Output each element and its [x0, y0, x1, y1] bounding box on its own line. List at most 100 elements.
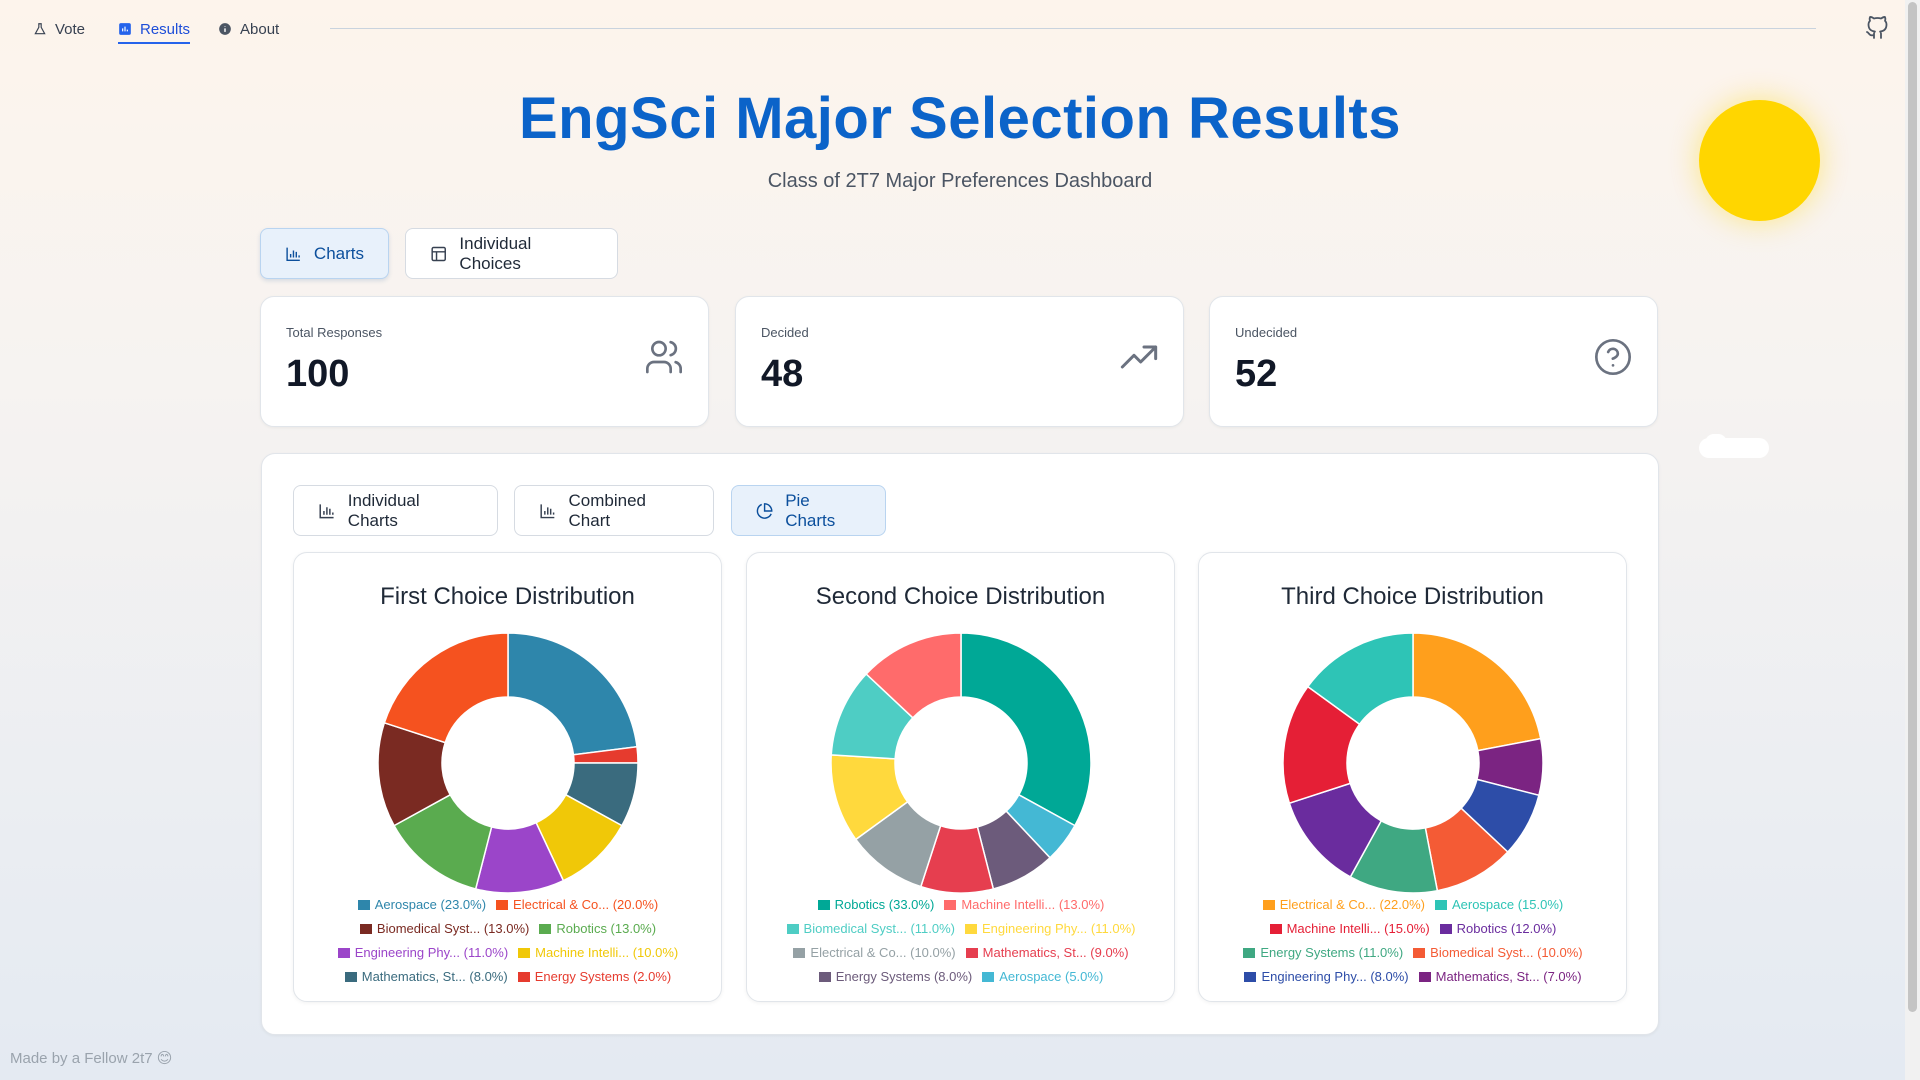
- stat-value: 48: [761, 353, 804, 395]
- legend-item[interactable]: Machine Intelli... (13.0%): [944, 895, 1104, 914]
- pie-slice[interactable]: [383, 633, 509, 744]
- chart-legend: Aerospace (23.0%) Electrical & Co... (20.…: [308, 895, 708, 986]
- pie-chart-icon: [756, 502, 773, 519]
- bar-chart-icon: [319, 503, 334, 518]
- legend-label: Mathematics, St... (8.0%): [361, 969, 508, 984]
- nav-about[interactable]: About: [218, 18, 279, 40]
- bar-chart-icon: [119, 23, 131, 35]
- pie-slice[interactable]: [960, 633, 1091, 827]
- tab-individual-choices[interactable]: Individual Choices: [405, 228, 618, 279]
- legend-label: Biomedical Syst... (13.0%): [376, 921, 530, 936]
- tab-individual-choices-label: Individual Choices: [459, 233, 532, 273]
- page-title: EngSci Major Selection Results: [519, 86, 1401, 151]
- legend-label: Aerospace (5.0%): [999, 969, 1104, 984]
- help-circle-icon: [1595, 339, 1631, 375]
- legend-swatch: [518, 947, 531, 958]
- legend-swatch: [1413, 947, 1426, 958]
- tab-individual-charts[interactable]: Individual Charts: [293, 485, 498, 536]
- stat-card-undecided: Undecided 52: [1209, 296, 1658, 427]
- legend-swatch: [357, 899, 370, 910]
- legend-label: Robotics (13.0%): [556, 921, 657, 936]
- legend-swatch: [817, 899, 830, 910]
- legend-item[interactable]: Robotics (13.0%): [539, 919, 656, 938]
- legend-item[interactable]: Biomedical Syst... (10.0%): [1413, 943, 1583, 962]
- legend-label: Energy Systems (2.0%): [534, 969, 672, 984]
- legend-item[interactable]: Mathematics, St... (9.0%): [965, 943, 1129, 962]
- legend-label: Engineering Phy... (11.0%): [354, 945, 509, 960]
- legend-swatch: [944, 899, 957, 910]
- pie-slice[interactable]: [507, 633, 638, 756]
- legend-item[interactable]: Mathematics, St... (8.0%): [344, 967, 508, 986]
- legend-swatch: [1439, 923, 1452, 934]
- scrollbar-thumb[interactable]: [1908, 2, 1917, 1012]
- legend-label: Machine Intelli... (10.0%): [535, 945, 679, 960]
- pie-slice[interactable]: [1412, 633, 1542, 752]
- legend-swatch: [539, 923, 552, 934]
- legend-item[interactable]: Biomedical Syst... (11.0%): [786, 919, 956, 938]
- legend-swatch: [965, 923, 978, 934]
- info-icon: [219, 23, 231, 35]
- legend-item[interactable]: Machine Intelli... (15.0%): [1269, 919, 1430, 938]
- stat-label: Undecided: [1235, 325, 1298, 340]
- donut-chart-second-choice: [831, 633, 1091, 893]
- legend-swatch: [965, 947, 978, 958]
- legend-swatch: [1244, 971, 1257, 982]
- github-icon[interactable]: [1865, 16, 1889, 40]
- legend-swatch: [1243, 947, 1256, 958]
- nav-results[interactable]: Results: [118, 18, 191, 44]
- legend-label: Biomedical Syst... (10.0%): [1430, 945, 1583, 960]
- legend-item[interactable]: Energy Systems (11.0%): [1243, 943, 1403, 962]
- legend-swatch: [1434, 899, 1447, 910]
- legend-label: Engineering Phy... (8.0%): [1261, 969, 1409, 984]
- legend-swatch: [337, 947, 350, 958]
- tab-charts[interactable]: Charts: [260, 228, 389, 279]
- nav-vote-label: Vote: [55, 20, 86, 38]
- legend-item[interactable]: Engineering Phy... (8.0%): [1244, 967, 1409, 986]
- legend-item[interactable]: Energy Systems (8.0%): [818, 967, 972, 986]
- legend-label: Robotics (33.0%): [834, 897, 935, 912]
- legend-item[interactable]: Aerospace (15.0%): [1434, 895, 1563, 914]
- legend-item[interactable]: Robotics (33.0%): [817, 895, 935, 914]
- stat-label: Total Responses: [286, 325, 383, 340]
- page-scrollbar[interactable]: [1905, 0, 1920, 1080]
- legend-label: Energy Systems (11.0%): [1260, 945, 1404, 960]
- legend-item[interactable]: Robotics (12.0%): [1439, 919, 1557, 938]
- legend-item[interactable]: Machine Intelli... (10.0%): [518, 943, 678, 962]
- legend-label: Engineering Phy... (11.0%): [982, 921, 1136, 936]
- page-subtitle: Class of 2T7 Major Preferences Dashboard: [767, 170, 1153, 192]
- legend-item[interactable]: Energy Systems (2.0%): [517, 967, 672, 986]
- tab-individual-charts-label: Individual Charts: [347, 490, 420, 530]
- legend-item[interactable]: Electrical & Co... (22.0%): [1262, 895, 1425, 914]
- chart-card-second-choice: Second Choice Distribution Robotics (33.…: [746, 552, 1175, 1002]
- footer-credit: Made by a Fellow 2t7 😊: [10, 1050, 173, 1067]
- legend-item[interactable]: Engineering Phy... (11.0%): [337, 943, 509, 962]
- legend-swatch: [344, 971, 357, 982]
- nav-divider: [330, 28, 1816, 29]
- legend-swatch: [1418, 971, 1431, 982]
- chart-card-first-choice: First Choice Distribution Aerospace (23.…: [293, 552, 722, 1002]
- legend-swatch: [359, 923, 372, 934]
- tab-charts-label: Charts: [313, 243, 364, 263]
- legend-swatch: [517, 971, 530, 982]
- stat-card-total: Total Responses 100: [260, 296, 709, 427]
- top-navigation: Vote Results About: [0, 0, 1905, 58]
- legend-label: Robotics (12.0%): [1456, 921, 1557, 936]
- legend-label: Machine Intelli... (15.0%): [1286, 921, 1430, 936]
- legend-item[interactable]: Engineering Phy... (11.0%): [965, 919, 1135, 938]
- chart-card-third-choice: Third Choice Distribution Electrical & C…: [1198, 552, 1627, 1002]
- tab-combined-chart[interactable]: Combined Chart: [514, 485, 714, 536]
- legend-label: Biomedical Syst... (11.0%): [803, 921, 956, 936]
- bar-chart-icon: [286, 247, 300, 261]
- legend-swatch: [818, 971, 831, 982]
- legend-item[interactable]: Aerospace (23.0%): [357, 895, 486, 914]
- stat-value: 52: [1235, 353, 1278, 395]
- legend-item[interactable]: Aerospace (5.0%): [982, 967, 1103, 986]
- legend-item[interactable]: Electrical & Co... (10.0%): [793, 943, 956, 962]
- nav-vote[interactable]: Vote: [33, 18, 85, 40]
- legend-item[interactable]: Electrical & Co... (20.0%): [496, 895, 658, 914]
- legend-item[interactable]: Mathematics, St... (7.0%): [1418, 967, 1582, 986]
- legend-item[interactable]: Biomedical Syst... (13.0%): [359, 919, 530, 938]
- chart-legend: Electrical & Co... (22.0%) Aerospace (15.…: [1213, 895, 1613, 986]
- tab-pie-charts[interactable]: Pie Charts: [731, 485, 886, 536]
- stat-card-decided: Decided 48: [735, 296, 1184, 427]
